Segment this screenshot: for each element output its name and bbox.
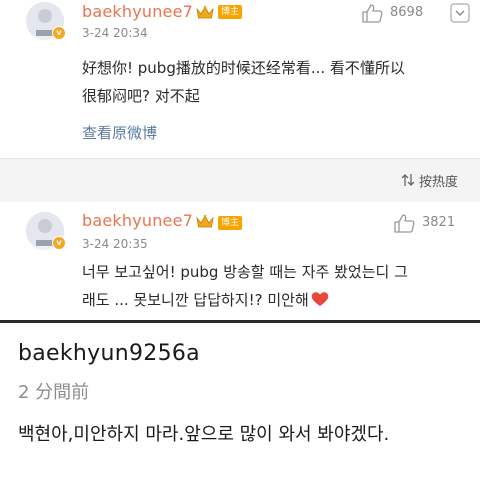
- verified-badge-icon: v: [52, 236, 66, 250]
- heart-icon: [311, 292, 329, 306]
- comment-text-line-1: 너무 보고싶어! pubg 방송할 때는 자주 봤었는디 그: [82, 263, 408, 281]
- sort-by-hot-button[interactable]: 按热度: [419, 171, 458, 190]
- host-badge: 博主: [218, 5, 243, 19]
- reply-timestamp: 2 分間前: [18, 382, 90, 403]
- crown-icon: [196, 5, 214, 19]
- host-badge: 博主: [218, 216, 243, 230]
- comment-text-line-1: 好想你! pubg播放的时候还经常看... 看不懂所以: [82, 59, 405, 77]
- like-count: 8698: [390, 5, 424, 20]
- comment-text-line-2: 래도 ... 못보니깐 답답하지!? 미안해: [82, 286, 329, 314]
- crown-icon: [196, 214, 214, 228]
- comment-text-line-2: 很郁闷吧? 对不起: [82, 87, 200, 105]
- thumbs-up-icon[interactable]: [361, 3, 383, 23]
- comment-timestamp: 3-24 20:34: [82, 26, 148, 40]
- like-count: 3821: [422, 215, 456, 230]
- comment-card-1: v baekhyunee7 博主 3-24 20:34 8698 好想你! pu…: [0, 0, 480, 158]
- reply-username[interactable]: baekhyun9256a: [18, 341, 200, 366]
- comment-username[interactable]: baekhyunee7: [82, 211, 193, 230]
- view-original-link[interactable]: 查看原微博: [82, 122, 157, 143]
- verified-badge-icon: v: [52, 26, 66, 40]
- comment-username[interactable]: baekhyunee7: [82, 2, 193, 21]
- thumbs-up-icon[interactable]: [393, 213, 415, 233]
- sort-arrows-icon[interactable]: [401, 173, 415, 187]
- comment-text-line-2-text: 래도 ... 못보니깐 답답하지!? 미안해: [82, 291, 309, 309]
- comment-card-2: v baekhyunee7 博主 3-24 20:35 3821 너무 보고싶어…: [0, 202, 480, 320]
- reply-text: 백현아,미안하지 마라.앞으로 많이 와서 봐야겠다.: [18, 424, 390, 445]
- chevron-down-icon[interactable]: [450, 3, 470, 23]
- sort-bar: 按热度: [0, 158, 480, 202]
- comment-timestamp: 3-24 20:35: [82, 237, 148, 251]
